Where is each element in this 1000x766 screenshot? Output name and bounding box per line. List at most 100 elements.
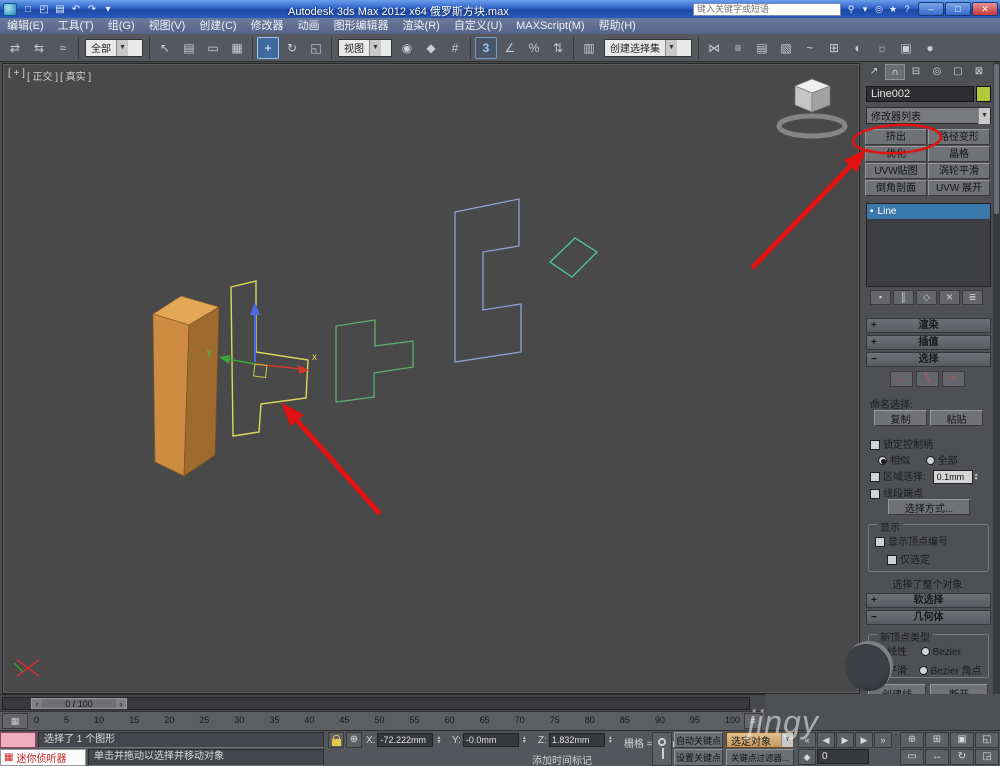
segment-end-checkbox[interactable] (870, 489, 880, 499)
menu-item[interactable]: 图形编辑器 (327, 18, 396, 34)
macro-recorder-field[interactable] (0, 732, 36, 748)
new-scene-icon[interactable]: □ (20, 4, 36, 15)
trackbar-options-button[interactable]: ≡ (744, 713, 762, 729)
key-mode-toggle-button[interactable]: ◆ (798, 749, 816, 765)
configure-modifier-sets-icon[interactable]: ≣ (962, 290, 983, 305)
break-button[interactable]: 断开 (930, 684, 988, 694)
search-scope-icon[interactable]: ▾ (858, 4, 872, 15)
bind-to-space-warp-icon[interactable]: ≈ (52, 37, 74, 59)
favorites-icon[interactable]: ★ (886, 4, 900, 15)
rectangular-selection-icon[interactable]: ▭ (202, 37, 224, 59)
selection-lock-toggle[interactable] (328, 732, 344, 748)
chevron-down-icon[interactable]: ▼ (781, 733, 793, 747)
save-file-icon[interactable]: ▤ (52, 4, 68, 15)
use-pivot-center-icon[interactable]: ◉ (396, 37, 418, 59)
communication-center-icon[interactable]: ◎ (872, 4, 886, 15)
mini-curve-editor-button[interactable]: ▦ (2, 713, 28, 729)
z-coordinate-field[interactable]: 1.832mm (548, 733, 605, 747)
modifier-lattice-button[interactable]: 晶格 (928, 146, 990, 162)
selected-spline-yellow[interactable] (230, 280, 309, 437)
all-radio[interactable] (925, 456, 935, 465)
select-and-scale-icon[interactable]: ◱ (305, 37, 327, 59)
menu-item[interactable]: 创建(C) (192, 18, 243, 34)
chevron-down-icon[interactable]: ▼ (369, 39, 381, 56)
schematic-view-icon[interactable]: ⊞ (823, 37, 845, 59)
tab-modify[interactable]: ∩ (885, 64, 905, 80)
bezier-radio[interactable] (920, 647, 930, 656)
previous-frame-button[interactable]: ◀ (817, 732, 835, 748)
modifier-optimize-button[interactable]: 优化 (865, 146, 927, 162)
viewcube[interactable] (776, 78, 848, 139)
edit-named-selections-icon[interactable]: ▥ (578, 37, 600, 59)
rollout-soft-selection[interactable]: + 软选择 (866, 593, 991, 608)
menu-item[interactable]: 动画 (291, 18, 327, 34)
key-filters-button[interactable]: 关键点过滤器... (726, 749, 794, 766)
show-vertex-numbers-checkbox[interactable] (875, 537, 885, 547)
snap-toggle-3d-icon[interactable]: 3 (475, 36, 497, 59)
modifier-bevel-profile-button[interactable]: 倒角剖面 (865, 180, 927, 196)
modifier-list-dropdown[interactable]: 修改器列表 ▼ (866, 107, 991, 124)
zoom-extents-all-icon[interactable]: ◱ (975, 732, 999, 748)
selected-filter-dropdown[interactable]: 选定对象 ▼ (726, 732, 794, 748)
select-and-link-icon[interactable]: ⇄ (4, 37, 26, 59)
chevron-down-icon[interactable]: ▼ (978, 107, 990, 124)
pin-stack-icon[interactable]: ▪ (870, 290, 891, 305)
create-line-button[interactable]: 创建线 (868, 684, 926, 694)
spinner-down-icon[interactable]: ▼ (974, 477, 979, 482)
menu-item[interactable]: 自定义(U) (447, 18, 509, 34)
zoom-extents-icon[interactable]: ▣ (950, 732, 974, 748)
search-input[interactable] (693, 2, 841, 16)
app-logo-icon[interactable] (3, 2, 17, 16)
chevron-down-icon[interactable]: ▼ (665, 39, 677, 56)
gizmo-z-axis-icon[interactable] (250, 302, 260, 315)
lock-handles-checkbox[interactable] (870, 440, 880, 450)
time-slider-handle[interactable]: ‹ 0 / 100 › (31, 698, 127, 709)
modifier-extrude-button[interactable]: 挤出 (865, 129, 927, 145)
maximize-button[interactable]: □ (945, 2, 971, 16)
area-threshold-field[interactable]: 0.1mm (932, 470, 973, 485)
modifier-uvw-unwrap-button[interactable]: UVW 展开 (928, 180, 990, 196)
current-frame-field[interactable]: 0 (817, 749, 869, 764)
menu-item[interactable]: 渲染(R) (396, 18, 447, 34)
show-end-result-icon[interactable]: ║ (893, 290, 914, 305)
layer-manager-icon[interactable]: ▤ (751, 37, 773, 59)
object-name-field[interactable]: Line002 (866, 86, 974, 102)
vertex-subobject-icon[interactable]: ∴ (890, 371, 913, 387)
unlink-selection-icon[interactable]: ⇆ (28, 37, 50, 59)
zoom-all-icon[interactable]: ⊞ (925, 732, 949, 748)
maximize-viewport-icon[interactable]: ◲ (975, 749, 999, 765)
remove-modifier-icon[interactable]: ✕ (939, 290, 960, 305)
menu-item[interactable]: 编辑(E) (0, 18, 51, 34)
tab-motion[interactable]: ◎ (927, 64, 947, 80)
selection-filter-dropdown[interactable]: 全部 ▼ (85, 38, 143, 57)
redo-icon[interactable]: ↷ (84, 4, 100, 15)
menu-item[interactable]: 修改器 (244, 18, 291, 34)
viewport-general-menu[interactable]: [ + ] (8, 68, 25, 83)
pan-icon[interactable]: ↔ (925, 749, 949, 765)
rollout-geometry[interactable]: − 几何体 (866, 610, 991, 625)
next-frame-button[interactable]: ▶ (855, 732, 873, 748)
go-to-start-button[interactable]: « (798, 732, 816, 748)
viewport-pov-menu[interactable]: [ 正交 ] (27, 68, 58, 83)
select-and-rotate-icon[interactable]: ↻ (281, 37, 303, 59)
select-and-manipulate-icon[interactable]: ◆ (420, 37, 442, 59)
spinner-down-icon[interactable]: ▼ (608, 740, 613, 745)
spline-teal-square[interactable] (548, 237, 599, 278)
menu-item[interactable]: 帮助(H) (592, 18, 643, 34)
segment-subobject-icon[interactable]: ╲ (916, 371, 939, 387)
play-button[interactable]: ▶ (836, 732, 854, 748)
alike-radio[interactable] (878, 456, 887, 465)
render-production-icon[interactable]: ● (919, 37, 941, 59)
rollout-render[interactable]: + 渲染 (866, 318, 991, 333)
help-icon[interactable]: ? (900, 4, 914, 15)
reference-coordinate-dropdown[interactable]: 视图 ▼ (338, 38, 392, 57)
zoom-icon[interactable]: ⊕ (900, 732, 924, 748)
zoom-region-icon[interactable]: ▭ (900, 749, 924, 765)
menu-item[interactable]: 工具(T) (51, 18, 101, 34)
time-slider-track[interactable]: ‹ 0 / 100 › (2, 697, 750, 710)
next-frame-arrow-icon[interactable]: › (116, 699, 126, 709)
set-key-mode-button[interactable]: 设置关键点 (674, 749, 723, 766)
tab-utilities[interactable]: ⊠ (969, 64, 989, 80)
make-unique-icon[interactable]: ◇ (916, 290, 937, 305)
mirror-icon[interactable]: ⋈ (703, 37, 725, 59)
